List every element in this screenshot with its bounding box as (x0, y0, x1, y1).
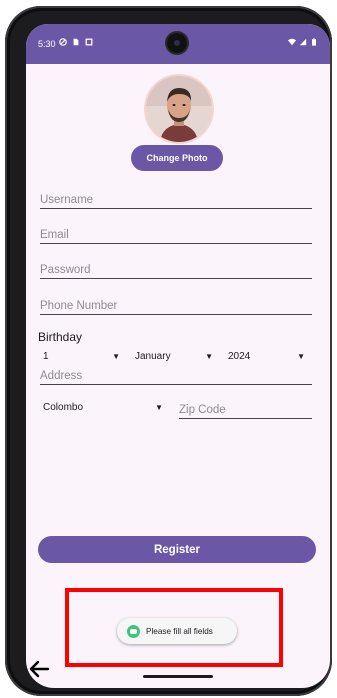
password-field[interactable]: Password (40, 258, 312, 279)
wifi-icon (288, 38, 296, 46)
dropdown-arrow-icon: ▼ (112, 351, 120, 361)
dnd-icon (59, 38, 67, 46)
back-arrow-icon[interactable] (28, 660, 50, 678)
status-bar: 5:30 (26, 24, 330, 64)
birthday-year-value: 2024 (228, 350, 251, 362)
status-notification-icons (59, 38, 93, 46)
city-value: Colombo (43, 401, 84, 413)
battery-icon (312, 38, 316, 46)
city-select[interactable]: Colombo ▼ (43, 398, 163, 416)
status-system-icons (288, 38, 318, 46)
address-field[interactable]: Address (40, 364, 312, 385)
signal-icon (299, 38, 307, 46)
dropdown-arrow-icon: ▼ (155, 402, 163, 412)
change-photo-button[interactable]: Change Photo (131, 145, 223, 171)
app-icon (127, 624, 140, 638)
sim-card-icon (73, 38, 79, 46)
app-screen: 5:30 Change Photo Username Email Passwor (26, 24, 330, 688)
dropdown-arrow-icon: ▼ (205, 351, 213, 361)
birthday-month-value: January (135, 350, 171, 362)
birthday-month-select[interactable]: January ▼ (135, 347, 213, 365)
home-handle[interactable] (143, 675, 213, 678)
birthday-label: Birthday (38, 330, 83, 344)
username-field[interactable]: Username (40, 188, 312, 209)
register-button[interactable]: Register (38, 536, 316, 563)
avatar-portrait-icon (146, 76, 212, 142)
toast-text: Please fill all fields (146, 626, 213, 636)
birthday-day-value: 1 (43, 350, 49, 362)
status-time: 5:30 (38, 39, 56, 49)
storage-icon (85, 38, 93, 46)
profile-avatar (144, 74, 214, 144)
navigation-bar (26, 658, 330, 688)
phone-number-field[interactable]: Phone Number (40, 294, 312, 315)
birthday-year-select[interactable]: 2024 ▼ (228, 347, 305, 365)
birthday-day-select[interactable]: 1 ▼ (43, 347, 120, 365)
zip-code-field[interactable]: Zip Code (179, 398, 312, 419)
toast-message: Please fill all fields (117, 618, 237, 644)
front-camera (167, 33, 187, 53)
email-field[interactable]: Email (40, 223, 312, 244)
dropdown-arrow-icon: ▼ (297, 351, 305, 361)
